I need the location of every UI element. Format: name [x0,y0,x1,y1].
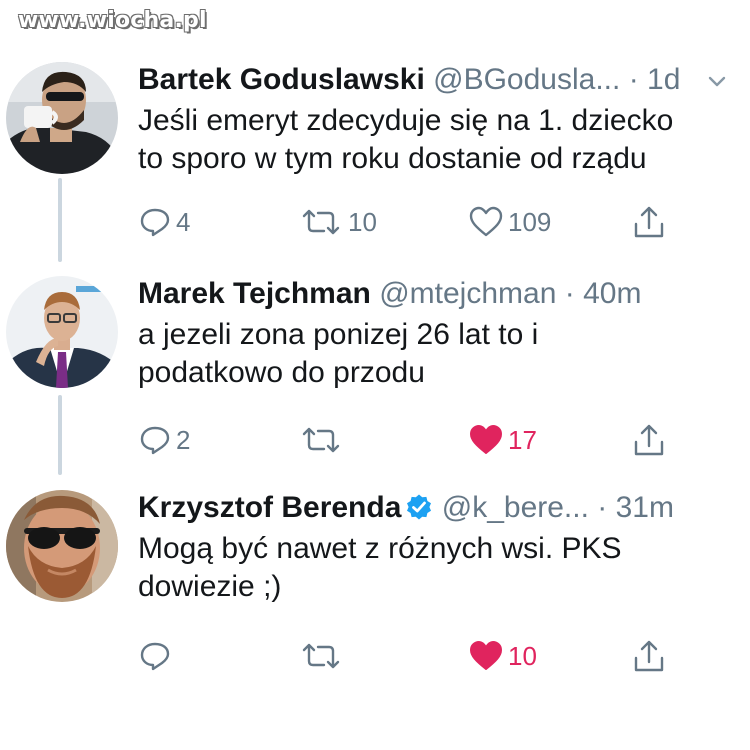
separator: · [628,63,639,96]
tweet[interactable]: Marek Tejchman @mtejchman · 40m a jezeli… [0,276,750,466]
tweet-text: Jeśli emeryt zdecyduje się na 1. dziecko… [138,102,738,178]
avatar[interactable] [6,490,118,602]
username[interactable]: @k_bere... [442,491,589,524]
tweet-text: Mogą być nawet z różnych wsi. PKS dowiez… [138,530,738,606]
reply-icon [140,208,170,237]
reply-count: 4 [176,206,191,237]
like-button[interactable]: 10 [468,636,537,676]
tweet[interactable]: Bartek Goduslawski @BGodusla... · 1d Jeś… [0,62,750,247]
like-button[interactable]: 17 [468,420,537,460]
avatar-image [6,62,118,174]
share-button[interactable] [632,202,666,242]
tweet-text-line: a jezeli zona ponizej 26 lat to i [138,318,539,351]
display-name[interactable]: Krzysztof Berenda [138,491,401,524]
like-button[interactable]: 109 [468,202,551,242]
heart-icon [470,425,502,454]
separator: · [597,491,608,524]
tweet-header: Marek Tejchman @mtejchman · 40m [138,276,641,312]
retweet-button[interactable] [298,420,348,460]
share-icon [634,640,664,672]
tweet-actions: 2 17 [138,420,698,460]
username[interactable]: @mtejchman [379,277,556,310]
reply-button[interactable] [138,636,176,676]
share-button[interactable] [632,420,666,460]
tweet-header: Bartek Goduslawski @BGodusla... · 1d [138,62,680,98]
like-count: 109 [508,206,552,237]
retweet-count: 10 [348,206,377,237]
avatar-image [6,490,118,602]
tweet-text-line: Jeśli emeryt zdecyduje się na 1. dziecko [138,104,674,137]
display-name[interactable]: Bartek Goduslawski [138,63,425,96]
heart-icon [470,641,502,670]
avatar[interactable] [6,62,118,174]
reply-icon [140,426,170,455]
tweet[interactable]: Krzysztof Berenda @k_bere... · 31m Mogą … [0,490,750,690]
share-button[interactable] [632,636,666,676]
tweet-text-line: dowiezie ;) [138,570,282,603]
tweet-text-line: to sporo w tym roku dostanie od rządu [138,142,647,175]
timestamp[interactable]: 31m [616,491,674,524]
retweet-button[interactable]: 10 [298,202,377,242]
username[interactable]: @BGodusla... [433,63,620,96]
reply-count: 2 [176,424,191,455]
like-count: 10 [508,640,537,671]
timestamp[interactable]: 1d [647,63,680,96]
share-icon [634,424,664,456]
reply-button[interactable]: 4 [138,202,190,242]
tweet-header: Krzysztof Berenda @k_bere... · 31m [138,490,674,530]
tweet-actions: 4 10 109 [138,202,698,242]
verified-badge-icon [405,493,433,530]
display-name[interactable]: Marek Tejchman [138,277,371,310]
tweet-text-line: podatkowo do przodu [138,356,425,389]
reply-button[interactable]: 2 [138,420,190,460]
chevron-down-icon[interactable] [706,70,728,97]
avatar-image [6,276,118,388]
retweet-button[interactable] [298,636,348,676]
watermark: www.wiocha.pl [18,8,207,33]
timestamp[interactable]: 40m [583,277,641,310]
tweet-text-line: Mogą być nawet z różnych wsi. PKS [138,532,622,565]
retweet-icon [302,643,340,669]
separator: · [564,277,575,310]
heart-icon [469,206,503,237]
retweet-icon [302,209,340,235]
like-count: 17 [508,424,537,455]
avatar[interactable] [6,276,118,388]
reply-icon [140,642,170,671]
tweet-text: a jezeli zona ponizej 26 lat to i podatk… [138,316,738,392]
retweet-icon [302,427,340,453]
tweet-actions: 10 [138,636,698,676]
share-icon [634,206,664,238]
